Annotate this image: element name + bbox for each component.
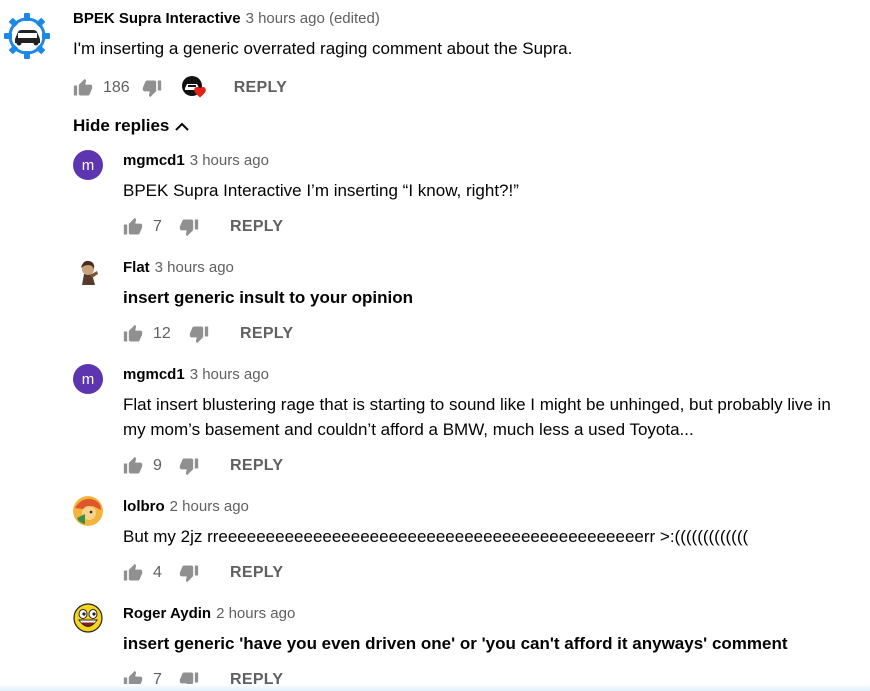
reply-button[interactable]: REPLY [230,457,283,475]
reply-timestamp[interactable]: 2 hours ago [170,498,249,515]
reply-avatar[interactable]: m [73,150,103,180]
reply-button[interactable]: REPLY [240,325,293,343]
like-icon[interactable] [123,563,143,583]
dislike-icon[interactable] [179,217,199,237]
comment-author-line: BPEK Supra Interactive 3 hours ago (edite… [73,10,380,27]
cartoon-avatar-icon [73,496,103,526]
reply-button[interactable]: REPLY [234,79,287,97]
like-count: 12 [153,325,171,342]
reply-text: BPEK Supra Interactive I’m inserting “I … [123,181,519,200]
reply-author-line: Roger Aydin 2 hours ago [123,605,295,622]
comment-timestamp[interactable]: 3 hours ago (edited) [246,10,380,27]
reply-actions: 7 REPLY [123,216,283,238]
dislike-icon[interactable] [179,563,199,583]
avatar-letter: m [81,370,95,388]
reply-author-name[interactable]: Flat [123,259,150,276]
chevron-up-icon [175,122,190,131]
comment-actions: 186 REPLY [73,76,287,100]
dislike-icon[interactable] [142,78,162,98]
reply-avatar[interactable] [73,496,103,526]
reply-author-line: lolbro 2 hours ago [123,498,249,515]
reply-author-line: mgmcd1 3 hours ago [123,366,269,383]
like-count: 4 [153,564,162,581]
reply-actions: 4 REPLY [123,562,283,584]
reply-avatar[interactable]: m [73,364,103,394]
reply-button[interactable]: REPLY [230,564,283,582]
scroll-fade [0,684,870,691]
awesome-face-icon [73,603,103,633]
reply-actions: 12 REPLY [123,323,293,345]
like-icon[interactable] [73,78,93,98]
reply-timestamp[interactable]: 3 hours ago [190,152,269,169]
creator-heart-badge [181,76,208,100]
like-count: 9 [153,457,162,474]
avatar-letter: m [81,156,95,174]
author-avatar[interactable] [3,12,51,60]
reply-actions: 9 REPLY [123,455,283,477]
dislike-icon[interactable] [189,324,209,344]
like-icon[interactable] [123,456,143,476]
gear-car-logo-icon [4,13,50,59]
dislike-icon[interactable] [179,456,199,476]
reply-avatar[interactable] [73,257,103,287]
reply-timestamp[interactable]: 3 hours ago [190,366,269,383]
like-count: 186 [103,79,130,96]
reply-author-name[interactable]: lolbro [123,498,165,515]
reply-timestamp[interactable]: 3 hours ago [155,259,234,276]
reply-text: Flat insert blustering rage that is star… [123,395,831,439]
reply-author-name[interactable]: Roger Aydin [123,605,211,622]
like-icon[interactable] [123,324,143,344]
like-icon[interactable] [123,217,143,237]
comment-text: I'm inserting a generic overrated raging… [73,39,573,58]
like-count: 7 [153,218,162,235]
author-name[interactable]: BPEK Supra Interactive [73,10,241,27]
reply-text: insert generic 'have you even driven one… [123,634,788,653]
reply-author-line: Flat 3 hours ago [123,259,234,276]
reply-author-name[interactable]: mgmcd1 [123,366,185,383]
hide-replies-button[interactable]: Hide replies [73,116,190,136]
reply-timestamp[interactable]: 2 hours ago [216,605,295,622]
character-avatar-icon [73,257,103,287]
reply-text: But my 2jz rreeeeeeeeeeeeeeeeeeeeeeeeeee… [123,527,749,546]
reply-text: insert generic insult to your opinion [123,288,413,307]
reply-author-line: mgmcd1 3 hours ago [123,152,269,169]
heart-icon [193,86,206,98]
hide-replies-label: Hide replies [73,116,170,135]
reply-button[interactable]: REPLY [230,218,283,236]
reply-avatar[interactable] [73,603,103,633]
reply-author-name[interactable]: mgmcd1 [123,152,185,169]
